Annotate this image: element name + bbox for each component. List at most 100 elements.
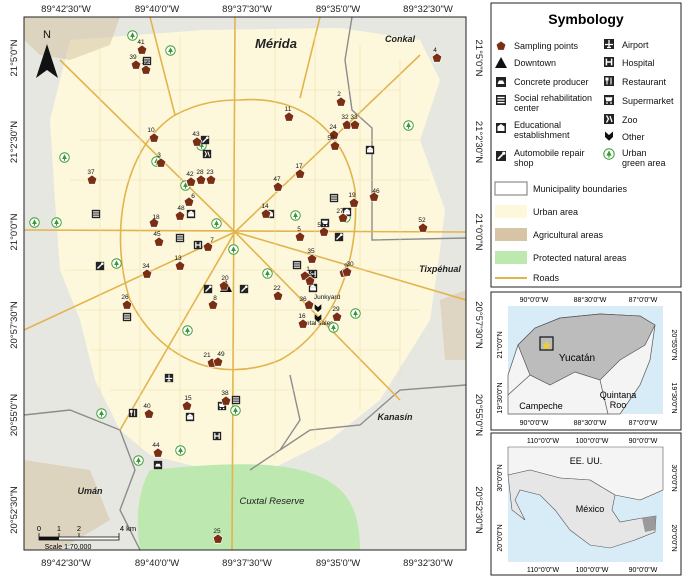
label-usa: EE. UU.: [570, 456, 603, 466]
restaurant-icon: [128, 408, 138, 418]
airport-legend-icon: [603, 38, 615, 50]
bottom-tick: 89°42'30"W: [41, 558, 91, 569]
sampling-point-label: 39: [129, 54, 137, 61]
sampling-point-label: 16: [298, 313, 306, 320]
sampling-point-label: 5: [297, 226, 301, 233]
sampling-point-label: 47: [273, 176, 281, 183]
legend-label: Supermarket: [622, 96, 674, 106]
educational-icon: [365, 145, 375, 155]
green-area-icon: [133, 455, 144, 466]
left-tick: 20°55'0"N: [9, 394, 20, 436]
green-area-icon: [182, 325, 193, 336]
locator-tick: 19°30'0"N: [670, 382, 678, 413]
locator-tick: 88°30'0"W: [574, 419, 607, 427]
locator-tick: 110°0'0"W: [527, 437, 560, 445]
legend-label: Municipality boundaries: [533, 184, 628, 194]
locator-tick: 110°0'0"W: [527, 566, 560, 574]
green-area-icon: [403, 120, 414, 131]
zoo-legend-icon: [603, 113, 615, 125]
sampling-point-label: 34: [142, 263, 150, 270]
sampling-point-label: 11: [285, 106, 292, 113]
automobile-repair-icon: [200, 135, 210, 145]
locator-tick: 90°0'0"W: [629, 437, 658, 445]
scale-tick: 2: [77, 524, 81, 533]
green-area-icon: [175, 445, 186, 456]
sampling-point-label: 4: [433, 47, 437, 54]
locator-tick: 100°0'0"W: [576, 566, 609, 574]
right-tick: 20°52'30"N: [473, 486, 484, 534]
hospital-icon: [212, 431, 222, 441]
bottom-tick: 89°35'0"W: [316, 558, 360, 569]
sampling-point-label: 49: [217, 351, 225, 358]
sampling-point-label: 50: [327, 135, 335, 142]
legend-label: Sampling points: [514, 41, 579, 51]
green-area-icon: [350, 308, 361, 319]
sampling-point-label: 45: [153, 231, 161, 238]
sampling-point-label: 28: [196, 169, 204, 176]
sampling-point-label: 21: [203, 352, 211, 359]
social-rehabilitation-icon: [292, 260, 302, 270]
sampling-point-label: 36: [299, 296, 307, 303]
place-label-tixpehual: Tixpéhual: [419, 264, 461, 274]
sampling-point-label: 18: [152, 214, 160, 221]
green-area-icon: [111, 258, 122, 269]
right-tick: 20°57'30"N: [473, 301, 484, 349]
green-area-icon: [29, 217, 40, 228]
symbology-panel: Symbology Sampling points Downtown Concr…: [490, 2, 682, 288]
north-label: N: [43, 29, 51, 41]
locator-tick: 100°0'0"W: [576, 437, 609, 445]
sampling-point-label: 31: [308, 271, 316, 278]
legend-label: Concrete producer: [514, 77, 589, 87]
sampling-point-label: 8: [213, 295, 217, 302]
place-label-conkal: Conkal: [385, 34, 416, 44]
scale-tick: 4 km: [120, 524, 136, 533]
sampling-point-label: 35: [307, 248, 315, 255]
sampling-point-label: 51: [317, 222, 325, 229]
locator-tick: 90°0'0"W: [520, 419, 549, 427]
green-area-icon: [51, 217, 62, 228]
sampling-point-label: 25: [213, 528, 221, 535]
concrete-producer-icon: [153, 460, 163, 470]
green-area-icon: [328, 322, 339, 333]
place-label-merida: Mérida: [255, 36, 297, 51]
sampling-point-label: 48: [177, 205, 185, 212]
place-label-uman: Umán: [77, 486, 103, 496]
agricultural-areas-swatch: [495, 228, 527, 241]
right-tick: 20°55'0"N: [473, 394, 484, 436]
social-rehabilitation-icon: [175, 233, 185, 243]
social-rehabilitation-icon: [231, 395, 241, 405]
sampling-point-label: 13: [174, 255, 182, 262]
green-area-icon: [165, 45, 176, 56]
legend-label: Roads: [533, 273, 560, 283]
locator-yucatan: 90°0'0"W 88°30'0"W 87°0'0"W 90°0'0"W 88°…: [490, 291, 682, 431]
hospital-icon: [193, 240, 203, 250]
locator-tick: 87°0'0"W: [629, 419, 658, 427]
legend-label: Urban area: [533, 207, 578, 217]
green-area-icon: [211, 218, 222, 229]
educational-icon: [185, 412, 195, 422]
locator-tick: 88°30'0"W: [574, 296, 607, 304]
automobile-repair-icon: [95, 261, 105, 271]
green-area-icon: [230, 405, 241, 416]
sampling-point-label: 17: [295, 163, 303, 170]
automobile-repair-icon: [239, 284, 249, 294]
educational-icon: [186, 209, 196, 219]
right-tick: 21°2'30"N: [473, 121, 484, 163]
sampling-point-label: 32: [341, 114, 349, 121]
top-tick: 89°37'30"W: [222, 4, 272, 15]
supermarket-legend-icon: [604, 95, 614, 105]
sampling-point-label: 20: [221, 275, 229, 282]
locator-tick: 21°0'0"N: [496, 331, 504, 358]
restaurant-legend-icon: [603, 75, 615, 87]
social-rehabilitation-icon: [91, 209, 101, 219]
sampling-point-label: 43: [192, 131, 200, 138]
bottom-tick: 89°40'0"W: [135, 558, 179, 569]
sampling-point-label: 2: [337, 91, 341, 98]
legend-label: Hospital: [622, 58, 655, 68]
sampling-point-label: 27: [336, 208, 344, 215]
sampling-point-label: 42: [186, 171, 194, 178]
place-label-cuxtal-reserve: Cuxtal Reserve: [240, 496, 305, 507]
left-tick: 21°2'30"N: [9, 121, 20, 163]
sampling-point-label: 19: [348, 192, 356, 199]
automobile-repair-icon: [334, 232, 344, 242]
